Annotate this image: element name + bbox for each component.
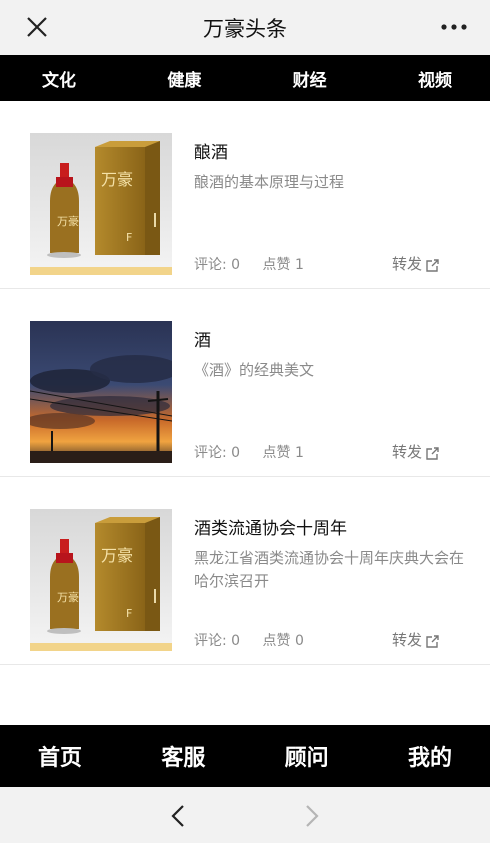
article-thumbnail[interactable]: 万豪 F 万豪 bbox=[30, 509, 172, 651]
comment-count: 评论: 0 bbox=[194, 257, 241, 273]
share-icon bbox=[426, 258, 439, 272]
article-card[interactable]: 万豪 F 万豪 酿酒 酿酒的基本原理与过程 评论: 0 点赞 1 转发 bbox=[0, 101, 490, 289]
share-icon bbox=[426, 634, 439, 648]
article-thumbnail[interactable] bbox=[30, 321, 172, 463]
article-list: 万豪 F 万豪 酿酒 酿酒的基本原理与过程 评论: 0 点赞 1 转发 酒 《酒… bbox=[0, 101, 490, 665]
article-title[interactable]: 酿酒 bbox=[194, 138, 228, 163]
baijiu-bottle-box-image: 万豪 F 万豪 bbox=[30, 509, 172, 651]
share-label: 转发 bbox=[392, 255, 423, 273]
nav-advisor[interactable]: 顾问 bbox=[285, 740, 329, 772]
like-count[interactable]: 点赞 1 bbox=[263, 445, 304, 461]
svg-text:万豪: 万豪 bbox=[57, 214, 79, 228]
article-meta: 评论: 0 点赞 1 bbox=[194, 442, 322, 462]
like-count[interactable]: 点赞 1 bbox=[263, 257, 304, 273]
share-button[interactable]: 转发 bbox=[392, 441, 440, 462]
baijiu-bottle-box-image: 万豪 F 万豪 bbox=[30, 133, 172, 275]
share-label: 转发 bbox=[392, 631, 423, 649]
more-icon[interactable] bbox=[440, 20, 468, 34]
share-label: 转发 bbox=[392, 443, 423, 461]
nav-customer-service[interactable]: 客服 bbox=[161, 740, 205, 772]
article-description: 黑龙江省酒类流通协会十周年庆典大会在哈尔滨召开 bbox=[194, 549, 465, 590]
bottom-nav: 首页 客服 顾问 我的 bbox=[0, 725, 490, 787]
article-card[interactable]: 酒 《酒》的经典美文 评论: 0 点赞 1 转发 bbox=[0, 289, 490, 477]
like-count[interactable]: 点赞 0 bbox=[263, 633, 304, 649]
back-arrow-icon[interactable] bbox=[168, 803, 190, 829]
comment-count: 评论: 0 bbox=[194, 445, 241, 461]
svg-text:万豪: 万豪 bbox=[57, 590, 79, 604]
tab-culture[interactable]: 文化 bbox=[42, 66, 76, 91]
title-bar: 万豪头条 bbox=[0, 0, 490, 55]
article-description: 《酒》的经典美文 bbox=[194, 361, 315, 379]
article-meta: 评论: 0 点赞 0 bbox=[194, 630, 322, 650]
article-description: 酿酒的基本原理与过程 bbox=[194, 173, 345, 191]
tab-health[interactable]: 健康 bbox=[167, 66, 201, 91]
brand-logo-text: 万豪 bbox=[101, 546, 133, 565]
nav-home[interactable]: 首页 bbox=[38, 740, 82, 772]
article-meta: 评论: 0 点赞 1 bbox=[194, 254, 322, 274]
share-icon bbox=[426, 446, 439, 460]
browser-toolbar bbox=[0, 787, 490, 843]
tab-finance[interactable]: 财经 bbox=[293, 66, 327, 91]
nav-profile[interactable]: 我的 bbox=[408, 740, 452, 772]
share-button[interactable]: 转发 bbox=[392, 629, 440, 650]
article-title[interactable]: 酒类流通协会十周年 bbox=[194, 514, 347, 539]
share-button[interactable]: 转发 bbox=[392, 253, 440, 274]
forward-arrow-icon[interactable] bbox=[300, 803, 322, 829]
article-card[interactable]: 万豪 F 万豪 酒类流通协会十周年 黑龙江省酒类流通协会十周年庆典大会在哈尔滨召… bbox=[0, 477, 490, 665]
sunset-sky-image bbox=[30, 321, 172, 463]
comment-count: 评论: 0 bbox=[194, 633, 241, 649]
page-title: 万豪头条 bbox=[203, 16, 287, 41]
article-title[interactable]: 酒 bbox=[194, 326, 211, 351]
article-thumbnail[interactable]: 万豪 F 万豪 bbox=[30, 133, 172, 275]
svg-text:F: F bbox=[126, 607, 132, 620]
close-icon[interactable] bbox=[24, 14, 50, 40]
svg-text:F: F bbox=[126, 231, 132, 244]
tab-video[interactable]: 视频 bbox=[418, 66, 452, 91]
category-nav: 文化 健康 财经 视频 bbox=[0, 55, 490, 101]
brand-logo-text: 万豪 bbox=[101, 170, 133, 189]
